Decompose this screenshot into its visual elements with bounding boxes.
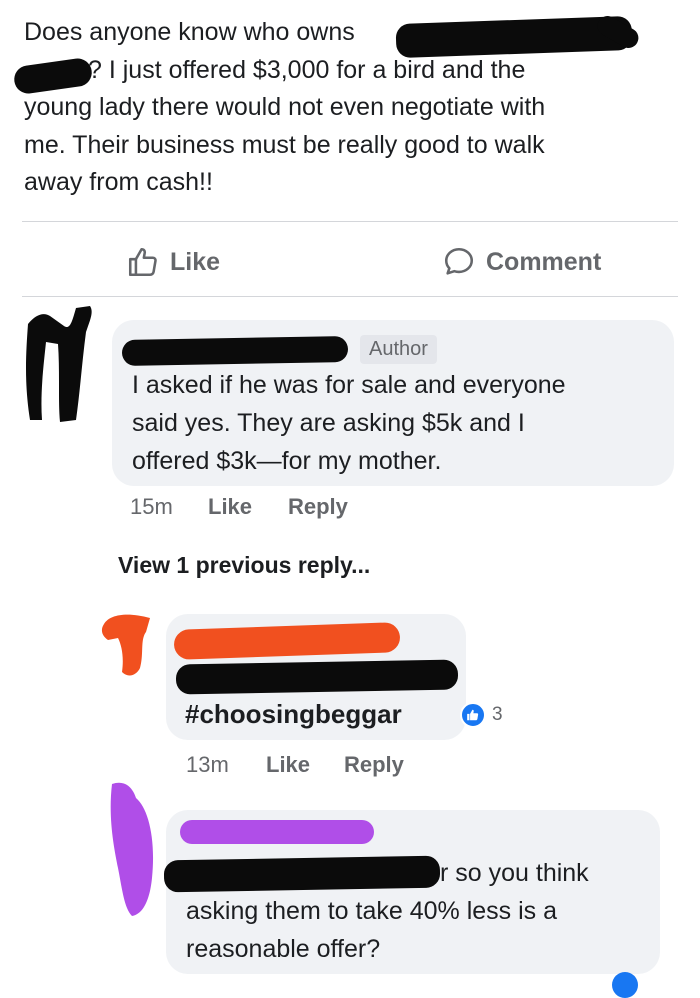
avatar-redacted [102, 778, 162, 918]
post-line-5: away from cash!! [24, 168, 213, 196]
reply-reply-button[interactable]: Reply [344, 752, 404, 778]
comment-icon [444, 247, 474, 275]
comment-bubble: r so you think asking them to take 40% l… [163, 810, 660, 974]
comment-line: I asked if he was for sale and everyone [132, 371, 566, 399]
like-button[interactable]: Like [126, 242, 220, 282]
thumbs-up-icon [128, 247, 157, 277]
redaction-mark [173, 622, 401, 660]
post-line-3: young lady there would not even negotiat… [24, 93, 546, 121]
reaction-count: 3 [492, 704, 503, 725]
comment-text: r so you think asking them to take 40% l… [186, 854, 656, 968]
comment-line: asking them to take 40% less is a [186, 897, 558, 925]
avatar-redacted [100, 610, 156, 680]
author-badge: Author [360, 335, 437, 364]
divider [22, 296, 678, 297]
post-line-2: ? I just offered $3,000 for a bird and t… [88, 55, 526, 84]
comment-like-button[interactable]: Like [208, 494, 288, 520]
redaction-mark [180, 820, 374, 844]
like-reaction-icon [460, 702, 486, 728]
view-previous-replies-link[interactable]: View 1 previous reply... [118, 552, 370, 579]
comment-label: Comment [486, 247, 602, 276]
reaction-summary[interactable]: 3 [460, 702, 503, 728]
comment-line: r so you think [440, 859, 589, 887]
reply-like-button[interactable]: Like [266, 752, 344, 778]
comment-meta: 15m Like Reply [130, 494, 348, 520]
comment-text: I asked if he was for sale and everyone … [132, 366, 662, 480]
hashtag-text: #choosingbeggar [185, 699, 402, 729]
partial-reaction-icon [612, 972, 638, 998]
comment-line: offered $3k—for my mother. [132, 447, 442, 475]
comment-reply-button[interactable]: Reply [288, 494, 348, 520]
redaction-mark [175, 659, 459, 695]
comment-time: 15m [130, 494, 173, 519]
reply-meta: 13m Like Reply [186, 752, 404, 778]
avatar-redacted [20, 302, 102, 426]
like-label: Like [170, 247, 221, 276]
redaction-mark [121, 336, 349, 366]
comment-bubble: Author I asked if he was for sale and ev… [112, 320, 674, 486]
comment-line: reasonable offer? [186, 935, 381, 963]
comment-line: said yes. They are asking $5k and I [132, 409, 525, 437]
reply-time: 13m [186, 752, 229, 777]
post-line-4: me. Their business must be really good t… [24, 130, 545, 159]
comment-button[interactable]: Comment [442, 242, 601, 282]
divider [22, 221, 678, 222]
